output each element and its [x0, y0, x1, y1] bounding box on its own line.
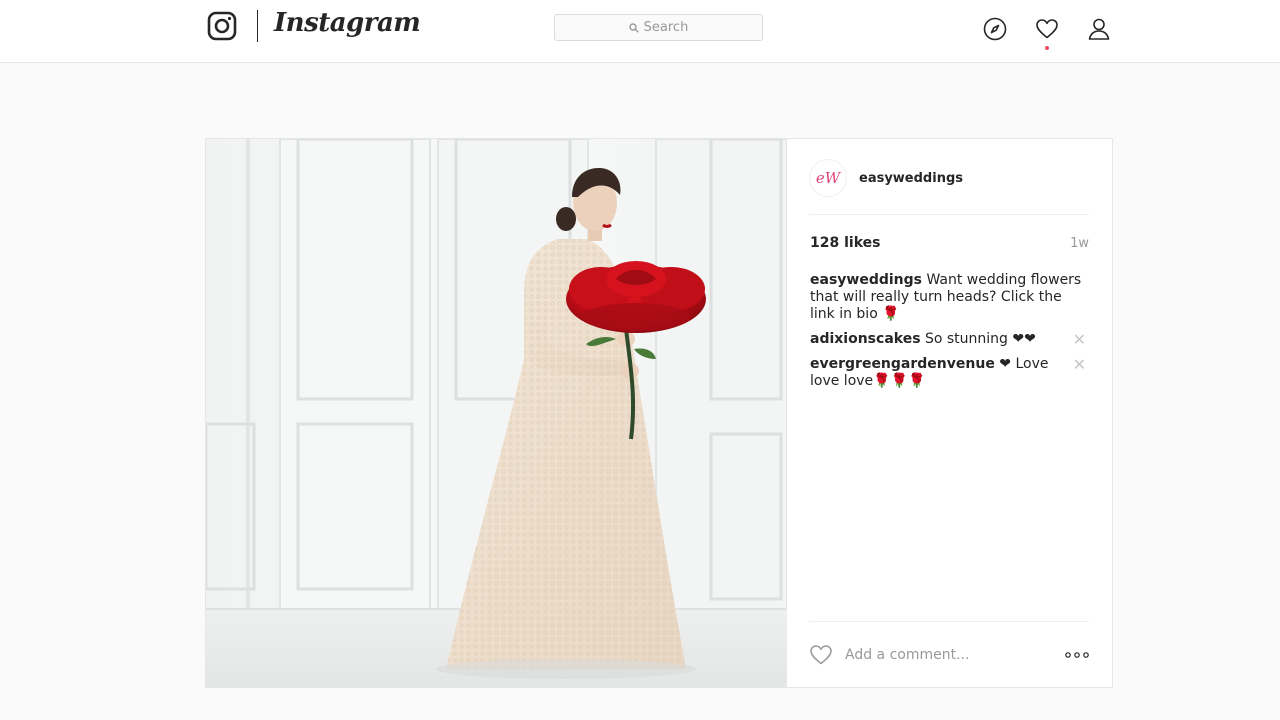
bride-with-rose-illustration — [206, 139, 787, 687]
search-placeholder: Search — [643, 20, 689, 35]
instagram-wordmark[interactable]: Instagram — [274, 8, 421, 38]
search-input[interactable]: Search — [554, 14, 763, 41]
add-comment-input[interactable] — [843, 646, 1047, 664]
post-header: eW easyweddings — [809, 158, 963, 198]
comment-bar — [809, 643, 1089, 667]
more-options-icon[interactable] — [1065, 643, 1089, 667]
post-username[interactable]: easyweddings — [859, 171, 963, 186]
post-photo[interactable] — [206, 139, 787, 687]
caption-username[interactable]: easyweddings — [810, 272, 922, 288]
comment-username[interactable]: evergreengardenvenue — [810, 356, 995, 372]
likes-count[interactable]: 128 likes — [810, 235, 880, 251]
search-icon — [628, 22, 639, 33]
list-item: evergreengardenvenue ❤ Love love love🌹🌹🌹… — [810, 356, 1086, 390]
list-item: adixionscakes So stunning ❤❤ ✕ — [810, 331, 1086, 348]
notification-dot — [1045, 46, 1049, 50]
post-card: eW easyweddings 128 likes 1w easywedding… — [205, 138, 1113, 688]
post-sidebar: eW easyweddings 128 likes 1w easywedding… — [787, 139, 1112, 687]
profile-icon[interactable] — [1087, 17, 1111, 41]
post-age[interactable]: 1w — [1070, 236, 1089, 251]
caption: easyweddings Want wedding flowers that w… — [810, 272, 1086, 323]
close-icon[interactable]: ✕ — [1073, 331, 1086, 348]
like-heart-icon[interactable] — [809, 643, 833, 667]
top-nav: Instagram Search — [0, 0, 1280, 63]
comment-text: So stunning ❤❤ — [924, 331, 1036, 347]
heart-icon[interactable] — [1035, 17, 1059, 41]
comment-username[interactable]: adixionscakes — [810, 331, 921, 347]
comment-list: easyweddings Want wedding flowers that w… — [810, 272, 1086, 398]
avatar[interactable]: eW — [809, 159, 847, 197]
divider — [809, 214, 1089, 215]
divider — [809, 621, 1089, 622]
instagram-logo-icon[interactable] — [207, 11, 237, 41]
close-icon[interactable]: ✕ — [1073, 356, 1086, 373]
compass-icon[interactable] — [983, 17, 1007, 41]
logo-divider — [257, 10, 258, 42]
